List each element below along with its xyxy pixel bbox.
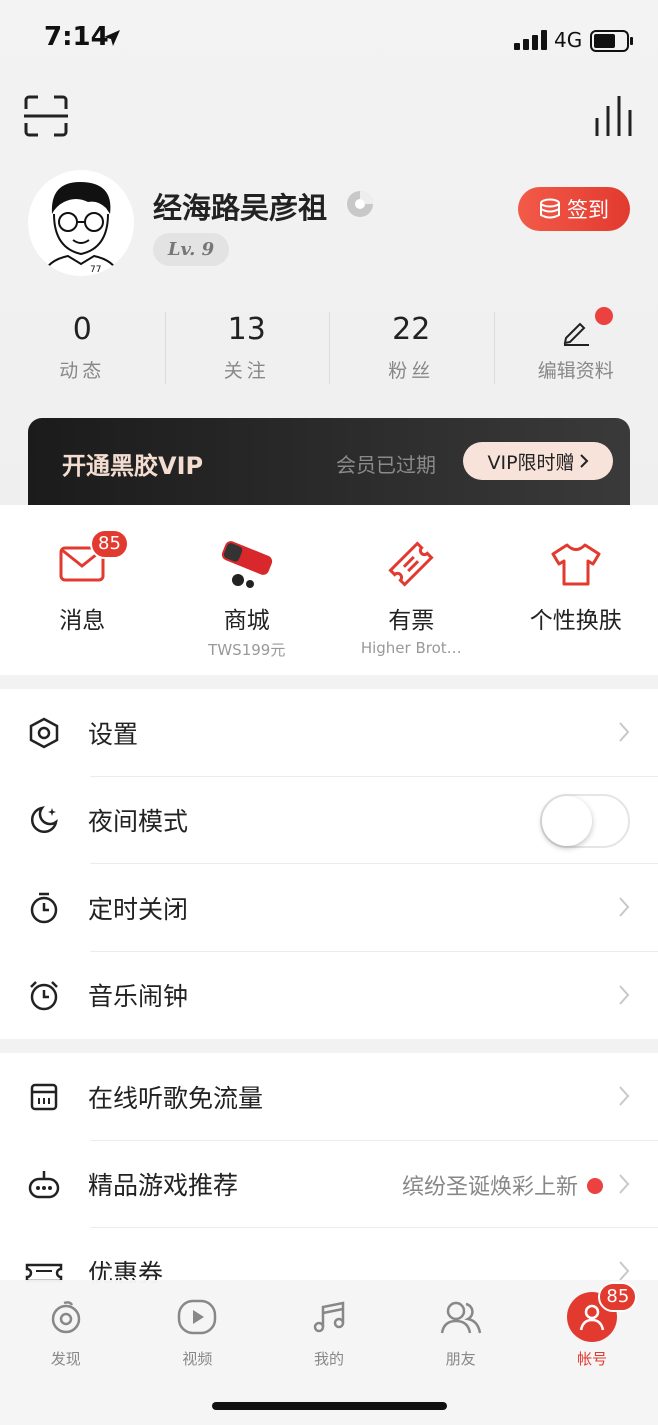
vip-status: 会员已过期 <box>336 453 436 477</box>
location-arrow-icon <box>104 30 120 46</box>
stat-label: 粉丝 <box>388 360 435 382</box>
edit-profile-button[interactable]: 编辑资料 <box>493 307 658 388</box>
signin-button[interactable]: 签到 <box>518 187 630 231</box>
music-note-icon <box>313 1301 345 1333</box>
music-alarm-row[interactable]: 音乐闹钟 <box>0 952 658 1040</box>
stat-value: 13 <box>227 312 266 347</box>
battery-icon <box>590 30 633 52</box>
chevron-right-icon <box>619 897 630 917</box>
grid-item-messages[interactable]: 消息 85 <box>0 505 165 675</box>
network-type: 4G <box>554 28 583 52</box>
alarm-icon <box>30 981 58 1011</box>
stat-posts[interactable]: 0 动态 <box>0 310 165 388</box>
stat-label: 动态 <box>59 360 106 382</box>
night-mode-row[interactable]: 夜间模式 <box>0 777 658 864</box>
username[interactable]: 经海路吴彦祖 <box>153 185 327 227</box>
pencil-icon <box>563 322 589 346</box>
stat-following[interactable]: 13 关注 <box>164 310 330 388</box>
friends-icon <box>440 1301 481 1334</box>
timer-icon <box>30 892 58 923</box>
settings-group: 设置 夜间模式 定时关闭 音乐闹钟 <box>0 689 658 1039</box>
stat-followers[interactable]: 22 粉丝 <box>329 310 494 388</box>
toggle-knob <box>542 795 592 846</box>
tab-discover[interactable]: 发现 <box>0 1280 132 1425</box>
vip-disc-icon[interactable] <box>346 190 374 218</box>
row-label: 夜间模式 <box>88 807 189 837</box>
message-badge: 85 <box>90 529 129 559</box>
account-badge: 85 <box>598 1282 638 1312</box>
tab-label: 发现 <box>50 1350 81 1368</box>
games-row[interactable]: 精品游戏推荐 缤纷圣诞焕彩上新 <box>0 1141 658 1228</box>
notification-dot <box>594 307 613 325</box>
ticket-icon <box>388 541 434 587</box>
chevron-right-icon <box>619 1173 630 1194</box>
game-controller-icon <box>28 1171 60 1199</box>
moon-icon <box>30 806 58 834</box>
grid-label: 个性换肤 <box>529 608 622 634</box>
sleep-timer-row[interactable]: 定时关闭 <box>0 864 658 952</box>
signal-icon <box>514 30 547 50</box>
vip-banner[interactable]: 开通黑胶VIP 会员已过期 VIP限时赠 <box>28 418 630 510</box>
stats-row: 0 动态 13 关注 22 粉丝 编辑资料 <box>0 307 658 388</box>
chevron-right-icon <box>579 454 588 468</box>
tab-label: 朋友 <box>445 1350 476 1368</box>
row-label: 优惠券 <box>88 1258 164 1283</box>
grid-item-skins[interactable]: 个性换肤 <box>494 505 658 675</box>
audio-bars-icon[interactable] <box>594 96 636 136</box>
avatar[interactable]: 77 <box>28 170 134 276</box>
stat-value: 0 <box>72 312 92 347</box>
grid-item-tickets[interactable]: 有票 Higher Brot… <box>329 505 494 675</box>
shortcut-grid: 消息 85 商城 TWS199元 有票 Higher Brot… 个性换肤 <box>0 505 658 675</box>
vip-promo-button[interactable]: VIP限时赠 <box>463 442 613 480</box>
row-label: 精品游戏推荐 <box>88 1171 239 1201</box>
home-indicator <box>212 1402 447 1410</box>
signin-label: 签到 <box>567 198 609 222</box>
night-mode-toggle[interactable] <box>540 793 630 848</box>
notification-dot <box>587 1177 603 1194</box>
tab-label: 帐号 <box>577 1350 608 1368</box>
scan-icon[interactable] <box>24 95 68 137</box>
chevron-right-icon <box>619 1086 630 1106</box>
row-label: 设置 <box>88 719 139 749</box>
grid-label: 消息 <box>59 608 106 634</box>
vip-promo-label: VIP限时赠 <box>487 451 575 474</box>
row-label: 音乐闹钟 <box>88 982 189 1012</box>
status-bar: 7:14 4G <box>0 0 658 80</box>
row-label: 定时关闭 <box>88 894 189 924</box>
stat-value: 22 <box>392 312 431 347</box>
video-icon <box>178 1299 217 1335</box>
grid-sublabel: Higher Brot… <box>360 639 462 657</box>
earbuds-product-image <box>221 541 272 588</box>
level-badge[interactable]: Lv. 9 <box>153 233 229 266</box>
row-label: 在线听歌免流量 <box>88 1083 264 1113</box>
settings-row[interactable]: 设置 <box>0 689 658 777</box>
tshirt-icon <box>551 543 601 586</box>
grid-label: 商城 <box>223 608 270 634</box>
status-time: 7:14 <box>44 22 109 52</box>
grid-sublabel: TWS199元 <box>208 641 286 659</box>
coins-icon <box>540 198 560 219</box>
coupon-row[interactable]: 优惠券 <box>0 1228 658 1283</box>
hexagon-settings-icon <box>29 717 59 749</box>
tab-label: 视频 <box>182 1350 213 1368</box>
chevron-right-icon <box>619 1261 630 1281</box>
grid-item-store[interactable]: 商城 TWS199元 <box>165 505 330 675</box>
stat-label: 关注 <box>223 360 270 382</box>
tab-account[interactable]: 帐号 85 <box>526 1280 658 1425</box>
tab-label: 我的 <box>313 1350 344 1368</box>
chevron-right-icon <box>619 722 630 742</box>
services-group: 在线听歌免流量 精品游戏推荐 缤纷圣诞焕彩上新 优惠券 <box>0 1053 658 1283</box>
chevron-right-icon <box>619 984 630 1005</box>
grid-label: 有票 <box>388 608 435 634</box>
row-promo-text: 缤纷圣诞焕彩上新 <box>401 1174 578 1200</box>
data-free-row[interactable]: 在线听歌免流量 <box>0 1053 658 1141</box>
stat-label: 编辑资料 <box>537 360 614 382</box>
discover-icon <box>51 1301 81 1334</box>
sim-card-icon <box>30 1083 58 1110</box>
vip-title: 开通黑胶VIP <box>62 452 204 480</box>
